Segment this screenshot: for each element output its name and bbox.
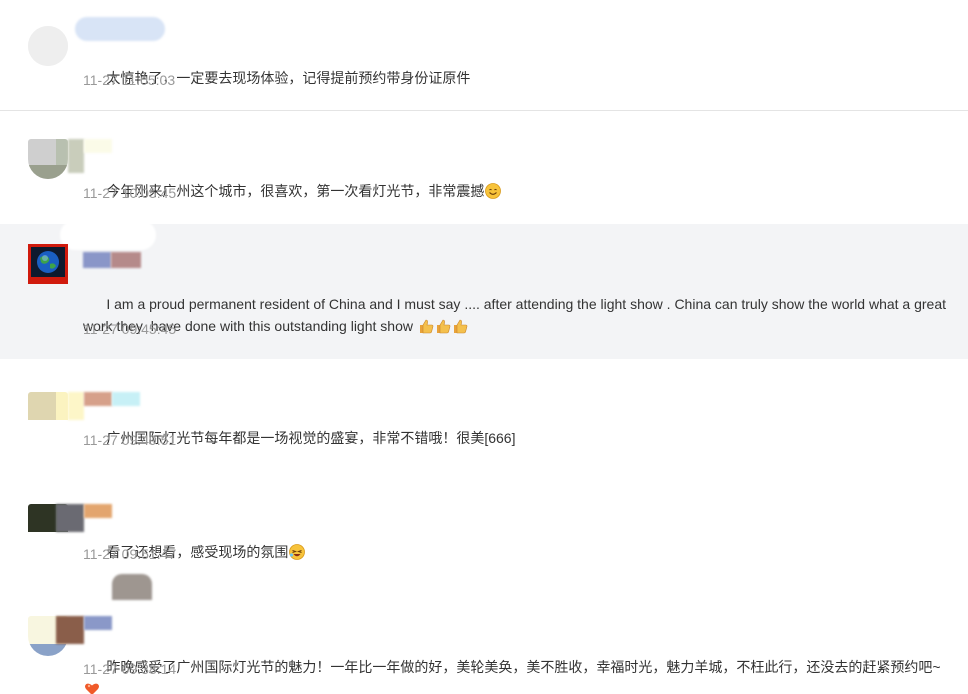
- comment-text: 今年刚来广州这个城市，很喜欢，第一次看灯光节，非常震撼: [83, 158, 954, 224]
- comment-time: 11-27 09:45:45: [83, 321, 177, 337]
- user-avatar[interactable]: [28, 26, 68, 66]
- comment-time: 11-27 09:38:14: [83, 661, 177, 677]
- comment-time: 11-27 10:05:45: [83, 185, 177, 201]
- thumbs-up-icon: [436, 319, 451, 334]
- comment-text: 昨晚感受了广州国际灯光节的魅力！一年比一年做的好，美轮美奂，美不胜收，幸福时光，…: [83, 634, 954, 694]
- comment-item: 今年刚来广州这个城市，很喜欢，第一次看灯光节，非常震撼 11-27 10:05:…: [0, 111, 968, 225]
- comment-time: 11-27 11:05:03: [83, 72, 176, 88]
- comment-item: 看了还想看，感受现场的氛围 11-27 09:51:47: [0, 472, 968, 587]
- globe-icon: [37, 251, 59, 273]
- thumbs-up-icon: [419, 319, 434, 334]
- comment-time: 11-27 09:51:47: [83, 546, 177, 562]
- comment-text: 广州国际灯光节每年都是一场视觉的盛宴，非常不错哦！很美[666]: [106, 430, 516, 446]
- comment-time: 11-27 09:49:51: [83, 432, 177, 448]
- comment-text: 太惊艳了，一定要去现场体验，记得提前预约带身份证原件: [106, 70, 471, 86]
- comment-list: 太惊艳了，一定要去现场体验，记得提前预约带身份证原件 11-27 11:05:0…: [0, 0, 968, 694]
- user-avatar[interactable]: [28, 392, 68, 432]
- comment-item: 太惊艳了，一定要去现场体验，记得提前预约带身份证原件 11-27 11:05:0…: [0, 0, 968, 111]
- user-avatar[interactable]: [28, 244, 68, 284]
- comment-item: 广州国际灯光节每年都是一场视觉的盛宴，非常不错哦！很美[666] 11-27 0…: [0, 359, 968, 473]
- smiling-face-icon: [485, 183, 502, 199]
- comment-item: 昨晚感受了广州国际灯光节的魅力！一年比一年做的好，美轮美奂，美不胜收，幸福时光，…: [0, 574, 968, 694]
- user-avatar[interactable]: [28, 139, 68, 179]
- laughing-face-icon: [289, 544, 306, 560]
- thumbs-up-icon: [453, 319, 468, 334]
- comment-text: I am a proud permanent resident of China…: [83, 296, 950, 334]
- comment-text: 看了还想看，感受现场的氛围: [83, 519, 954, 585]
- comment-item: I am a proud permanent resident of China…: [0, 220, 968, 360]
- heart-icon: [85, 683, 99, 694]
